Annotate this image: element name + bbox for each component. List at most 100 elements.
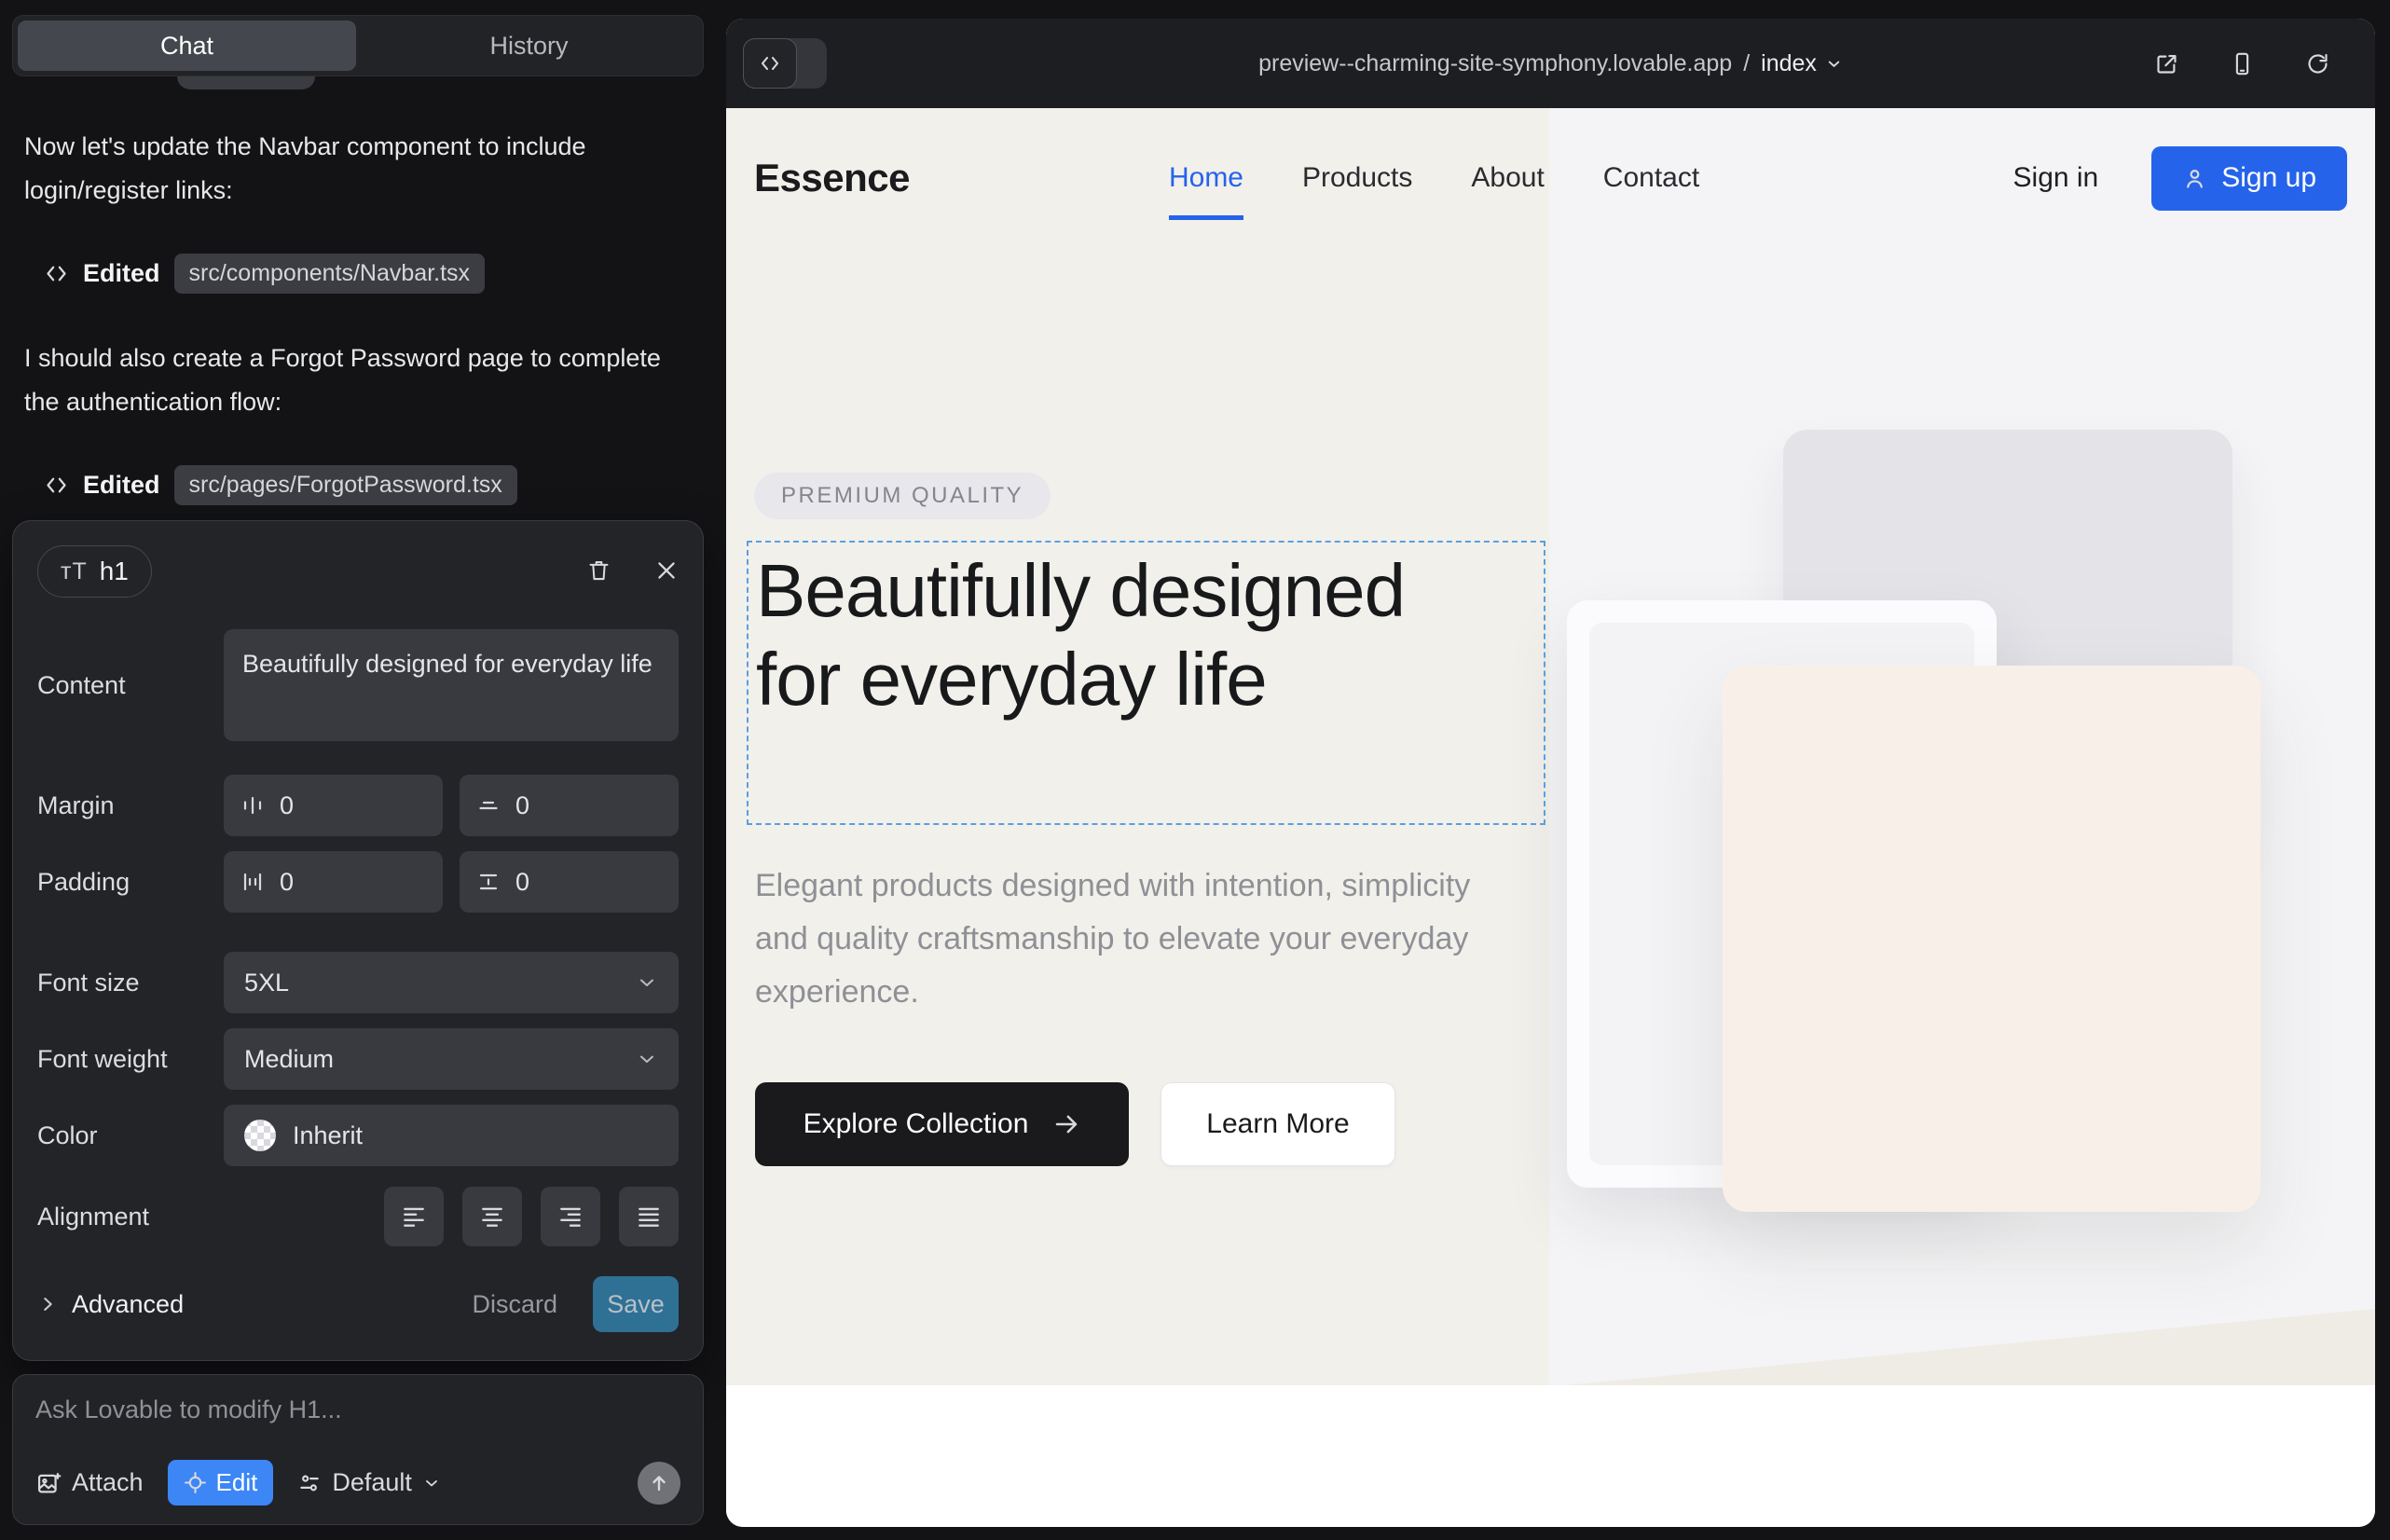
align-center-icon [479, 1203, 505, 1230]
close-icon [654, 558, 679, 583]
font-size-select[interactable]: 5XL [224, 952, 679, 1013]
element-tag: h1 [100, 557, 129, 586]
font-weight-row: Font weight Medium [37, 1028, 679, 1090]
sliders-icon [297, 1471, 322, 1495]
content-row: Content Beautifully designed for everyda… [37, 629, 679, 741]
trash-icon [586, 557, 611, 583]
send-button[interactable] [638, 1462, 680, 1505]
prompt-input[interactable] [35, 1396, 680, 1424]
edited-label: Edited [83, 259, 160, 288]
margin-y-input[interactable]: 0 [460, 775, 679, 836]
preview-window: preview--charming-site-symphony.lovable.… [726, 19, 2375, 1527]
premium-quality-badge: PREMIUM QUALITY [754, 473, 1051, 519]
save-button[interactable]: Save [593, 1276, 679, 1332]
margin-label: Margin [37, 791, 224, 820]
chevron-down-icon [1825, 55, 1843, 73]
chat-history-tabs: Chat History [12, 15, 704, 76]
padding-row: Padding 0 0 [37, 851, 679, 913]
route-selector[interactable]: index [1761, 50, 1843, 77]
editor-header: тT h1 [37, 545, 679, 598]
close-editor-button[interactable] [654, 558, 679, 585]
discard-button[interactable]: Discard [472, 1290, 557, 1319]
align-justify-icon [636, 1203, 662, 1230]
transparent-swatch-icon [244, 1120, 276, 1151]
nav-links: Home Products About Contact [1169, 162, 1699, 194]
align-right-icon [557, 1203, 584, 1230]
padding-x-input[interactable]: 0 [224, 851, 443, 913]
composer: Attach Edit Default [12, 1374, 704, 1525]
code-preview-toggle[interactable] [743, 38, 827, 89]
browser-actions [2154, 51, 2330, 76]
chevron-right-icon [37, 1294, 58, 1314]
explore-collection-button[interactable]: Explore Collection [755, 1082, 1129, 1166]
padding-label: Padding [37, 868, 224, 897]
file-badge[interactable]: src/pages/ForgotPassword.tsx [174, 465, 517, 505]
align-right-button[interactable] [541, 1187, 600, 1246]
selected-element-outline[interactable]: Beautifully designed for everyday life [747, 541, 1545, 825]
advanced-toggle[interactable]: Advanced [37, 1290, 184, 1319]
alignment-label: Alignment [37, 1203, 224, 1231]
site-navbar: Essence Home Products About Contact Sign… [726, 108, 2375, 248]
margin-row: Margin 0 0 [37, 775, 679, 836]
align-justify-button[interactable] [619, 1187, 679, 1246]
model-selector[interactable]: Default [297, 1468, 441, 1497]
hero-subtext: Elegant products designed with intention… [755, 859, 1482, 1019]
open-external-icon[interactable] [2154, 51, 2179, 76]
color-row: Color Inherit [37, 1105, 679, 1166]
edited-label: Edited [83, 471, 160, 500]
url-separator: / [1743, 50, 1750, 77]
refresh-icon[interactable] [2305, 51, 2330, 76]
padding-y-input[interactable]: 0 [460, 851, 679, 913]
browser-bar: preview--charming-site-symphony.lovable.… [726, 19, 2375, 108]
chat-messages[interactable]: Now let's update the Navbar component to… [12, 76, 704, 520]
chat-message: I should also create a Forgot Password p… [24, 337, 677, 424]
chevron-down-icon [636, 1048, 658, 1070]
address-bar: preview--charming-site-symphony.lovable.… [726, 19, 2375, 108]
code-icon [44, 473, 69, 498]
nav-link-contact[interactable]: Contact [1603, 162, 1699, 194]
nav-link-about[interactable]: About [1471, 162, 1544, 194]
sign-in-link[interactable]: Sign in [2013, 162, 2099, 194]
hero-section: Essence Home Products About Contact Sign… [726, 108, 2375, 1385]
align-center-button[interactable] [462, 1187, 522, 1246]
tab-chat[interactable]: Chat [18, 21, 356, 71]
content-label: Content [37, 671, 224, 700]
chat-message: Now let's update the Navbar component to… [24, 125, 677, 213]
mobile-view-icon[interactable] [2230, 51, 2255, 76]
color-select[interactable]: Inherit [224, 1105, 679, 1166]
font-size-label: Font size [37, 969, 224, 997]
hero-cta-row: Explore Collection Learn More [755, 1082, 1395, 1166]
margin-x-input[interactable]: 0 [224, 775, 443, 836]
attach-image-icon [35, 1470, 62, 1496]
element-tag-badge: тT h1 [37, 545, 152, 598]
padding-horizontal-icon [240, 870, 265, 894]
auth-actions: Sign in Sign up [2013, 146, 2347, 211]
sign-up-button[interactable]: Sign up [2151, 146, 2347, 211]
font-weight-select[interactable]: Medium [224, 1028, 679, 1090]
chat-sidebar: Chat History Now let's update the Navbar… [0, 0, 726, 1540]
align-left-button[interactable] [384, 1187, 444, 1246]
delete-element-button[interactable] [586, 557, 611, 585]
type-icon: тT [61, 558, 88, 585]
file-badge[interactable]: src/components/Navbar.tsx [174, 254, 486, 294]
learn-more-button[interactable]: Learn More [1161, 1082, 1395, 1166]
arrow-right-icon [1052, 1110, 1080, 1138]
font-size-row: Font size 5XL [37, 952, 679, 1013]
margin-vertical-icon [476, 793, 501, 818]
tab-history[interactable]: History [360, 21, 698, 71]
site-logo[interactable]: Essence [754, 156, 910, 200]
attach-button[interactable]: Attach [35, 1468, 144, 1497]
hero-headline[interactable]: Beautifully designed for everyday life [756, 546, 1427, 723]
content-input[interactable]: Beautifully designed for everyday life [224, 629, 679, 741]
editor-footer: Advanced Discard Save [37, 1276, 679, 1332]
decor-card-cream [1723, 666, 2260, 1212]
nav-link-products[interactable]: Products [1302, 162, 1412, 194]
chevron-down-icon [636, 971, 658, 994]
edit-mode-button[interactable]: Edit [168, 1460, 274, 1506]
code-icon [44, 261, 69, 286]
site-preview: Essence Home Products About Contact Sign… [726, 108, 2375, 1527]
nav-link-home[interactable]: Home [1169, 162, 1243, 194]
edited-file-row: Edited src/components/Navbar.tsx [44, 254, 704, 294]
margin-horizontal-icon [240, 793, 265, 818]
arrow-up-icon [648, 1472, 670, 1494]
